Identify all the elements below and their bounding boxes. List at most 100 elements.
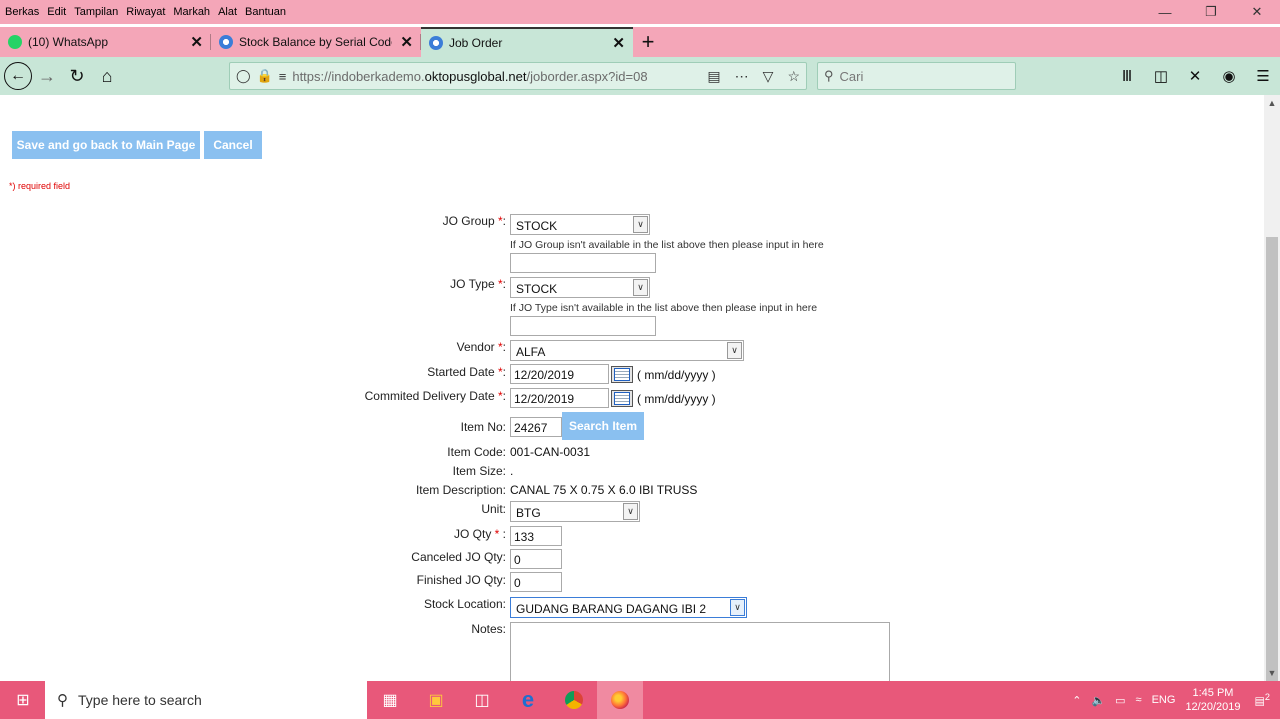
tab-close-icon[interactable]: ✕	[612, 34, 625, 52]
battery-icon[interactable]: ▭	[1115, 694, 1125, 707]
back-icon[interactable]: ←	[4, 62, 32, 90]
clock-date: 12/20/2019	[1185, 701, 1241, 713]
tab-stock-balance[interactable]: Stock Balance by Serial Code ✕	[211, 27, 421, 57]
tray-expand-icon[interactable]: ⌃	[1072, 694, 1081, 707]
lock-icon[interactable]: 🔒	[257, 68, 273, 84]
language-indicator[interactable]: ENG	[1152, 694, 1176, 706]
started-date-input[interactable]: 12/20/2019	[510, 364, 609, 384]
stock-location-select[interactable]: GUDANG BARANG DAGANG IBI 2 ∨	[510, 597, 747, 618]
scroll-down-icon[interactable]: ▼	[1264, 665, 1280, 681]
restore-icon[interactable]: ❐	[1188, 0, 1234, 24]
page-favicon-icon	[429, 36, 443, 50]
item-no-input[interactable]: 24267	[510, 417, 562, 437]
firefox-icon[interactable]	[597, 681, 643, 719]
bookmark-star-icon[interactable]: ☆	[787, 68, 800, 85]
pocket-icon[interactable]: ▽	[763, 68, 774, 85]
tab-close-icon[interactable]: ✕	[400, 33, 413, 51]
jo-group-select[interactable]: STOCK ∨	[510, 214, 650, 235]
item-description-label: Item Description:	[415, 483, 506, 497]
menu-edit[interactable]: Edit	[47, 6, 66, 18]
windows-start-icon[interactable]: ⊞	[0, 681, 46, 719]
taskbar-search-placeholder: Type here to search	[78, 692, 202, 708]
notification-count: 2	[1264, 692, 1270, 703]
jo-type-label: JO Type *:	[450, 277, 506, 291]
store-icon[interactable]: ◫	[459, 681, 505, 719]
unit-select[interactable]: BTG ∨	[510, 501, 640, 522]
whatsapp-icon	[8, 35, 22, 49]
jo-group-custom-input[interactable]	[510, 253, 656, 273]
reader-view-icon[interactable]: ▤	[707, 68, 720, 85]
tab-close-icon[interactable]: ✕	[190, 33, 203, 51]
network-icon[interactable]: ≈	[1136, 694, 1142, 706]
sidebar-icon[interactable]: ◫	[1144, 67, 1178, 85]
item-description-value: CANAL 75 X 0.75 X 6.0 IBI TRUSS	[510, 483, 698, 497]
calendar-icon[interactable]	[611, 366, 633, 383]
jo-group-hint: If JO Group isn't available in the list …	[510, 239, 824, 251]
chevron-down-icon[interactable]: ∨	[633, 216, 648, 233]
minimize-icon[interactable]: —	[1142, 0, 1188, 24]
search-placeholder: Cari	[839, 68, 864, 84]
date-format-hint: ( mm/dd/yyyy )	[637, 392, 716, 406]
address-bar[interactable]: ◯ 🔒 ≡ https://indoberkademo.oktopusgloba…	[229, 62, 807, 90]
calendar-icon[interactable]	[611, 390, 633, 407]
menu-riwayat[interactable]: Riwayat	[126, 6, 165, 18]
menu-bantuan[interactable]: Bantuan	[245, 6, 286, 18]
shield-icon[interactable]: ◯	[236, 68, 251, 84]
item-size-value: .	[510, 464, 514, 478]
url-text[interactable]: https://indoberkademo.oktopusglobal.net/…	[292, 69, 680, 84]
account-icon[interactable]: ◉	[1212, 67, 1246, 85]
menu-icon[interactable]: ☰	[1246, 67, 1280, 85]
unit-label: Unit:	[481, 502, 506, 516]
date-format-hint: ( mm/dd/yyyy )	[637, 368, 716, 382]
chevron-down-icon[interactable]: ∨	[727, 342, 742, 359]
menu-tampilan[interactable]: Tampilan	[74, 6, 118, 18]
jo-type-select[interactable]: STOCK ∨	[510, 277, 650, 298]
item-no-label: Item No:	[460, 420, 506, 434]
delivery-date-label: Commited Delivery Date *:	[364, 389, 506, 403]
library-icon[interactable]: Ⅲ	[1110, 67, 1144, 85]
search-item-button[interactable]: Search Item	[562, 412, 644, 440]
vendor-select[interactable]: ALFA ∨	[510, 340, 744, 361]
tab-label: Job Order	[449, 36, 503, 50]
finished-qty-input[interactable]: 0	[510, 572, 562, 592]
jo-type-custom-input[interactable]	[510, 316, 656, 336]
save-button[interactable]: Save and go back to Main Page	[12, 131, 200, 159]
close-icon[interactable]: ✕	[1234, 0, 1280, 24]
page-actions-icon[interactable]: ⋯	[735, 68, 749, 85]
extension-x-icon[interactable]: ✕	[1178, 67, 1212, 85]
volume-icon[interactable]: 🔈	[1091, 694, 1105, 707]
chevron-down-icon[interactable]: ∨	[730, 599, 745, 616]
jo-qty-input[interactable]: 133	[510, 526, 562, 546]
search-icon: ⚲	[824, 68, 834, 83]
jo-qty-label: JO Qty * :	[453, 527, 506, 541]
clock[interactable]: 1:45 PM 12/20/2019	[1185, 686, 1240, 714]
search-box[interactable]: ⚲ Cari	[817, 62, 1016, 90]
menu-berkas[interactable]: Berkas	[5, 6, 39, 18]
required-note: *) required field	[9, 181, 71, 191]
cancel-button[interactable]: Cancel	[204, 131, 262, 159]
notification-icon[interactable]: ▤2	[1255, 692, 1271, 708]
tab-whatsapp[interactable]: (10) WhatsApp ✕	[0, 27, 211, 57]
tab-bar: (10) WhatsApp ✕ Stock Balance by Serial …	[0, 27, 1280, 57]
edge-icon[interactable]: e	[505, 681, 551, 719]
delivery-date-input[interactable]: 12/20/2019	[510, 388, 609, 408]
tab-job-order[interactable]: Job Order ✕	[421, 27, 633, 57]
reload-icon[interactable]: ↻	[62, 61, 92, 91]
new-tab-icon[interactable]: +	[633, 27, 663, 57]
task-view-icon[interactable]: ▦	[367, 681, 413, 719]
scroll-up-icon[interactable]: ▲	[1264, 95, 1280, 111]
chevron-down-icon[interactable]: ∨	[633, 279, 648, 296]
menu-markah[interactable]: Markah	[173, 6, 210, 18]
canceled-qty-input[interactable]: 0	[510, 549, 562, 569]
permissions-icon[interactable]: ≡	[279, 69, 287, 84]
chrome-icon[interactable]	[551, 681, 597, 719]
taskbar-search[interactable]: ⚲ Type here to search	[45, 681, 367, 719]
scroll-thumb[interactable]	[1266, 237, 1278, 689]
file-explorer-icon[interactable]: ▣	[413, 681, 459, 719]
menu-alat[interactable]: Alat	[218, 6, 237, 18]
vertical-scrollbar[interactable]: ▲ ▼	[1264, 95, 1280, 689]
notes-textarea[interactable]	[510, 622, 890, 681]
forward-icon[interactable]: →	[32, 61, 62, 91]
chevron-down-icon[interactable]: ∨	[623, 503, 638, 520]
home-icon[interactable]: ⌂	[92, 61, 122, 91]
